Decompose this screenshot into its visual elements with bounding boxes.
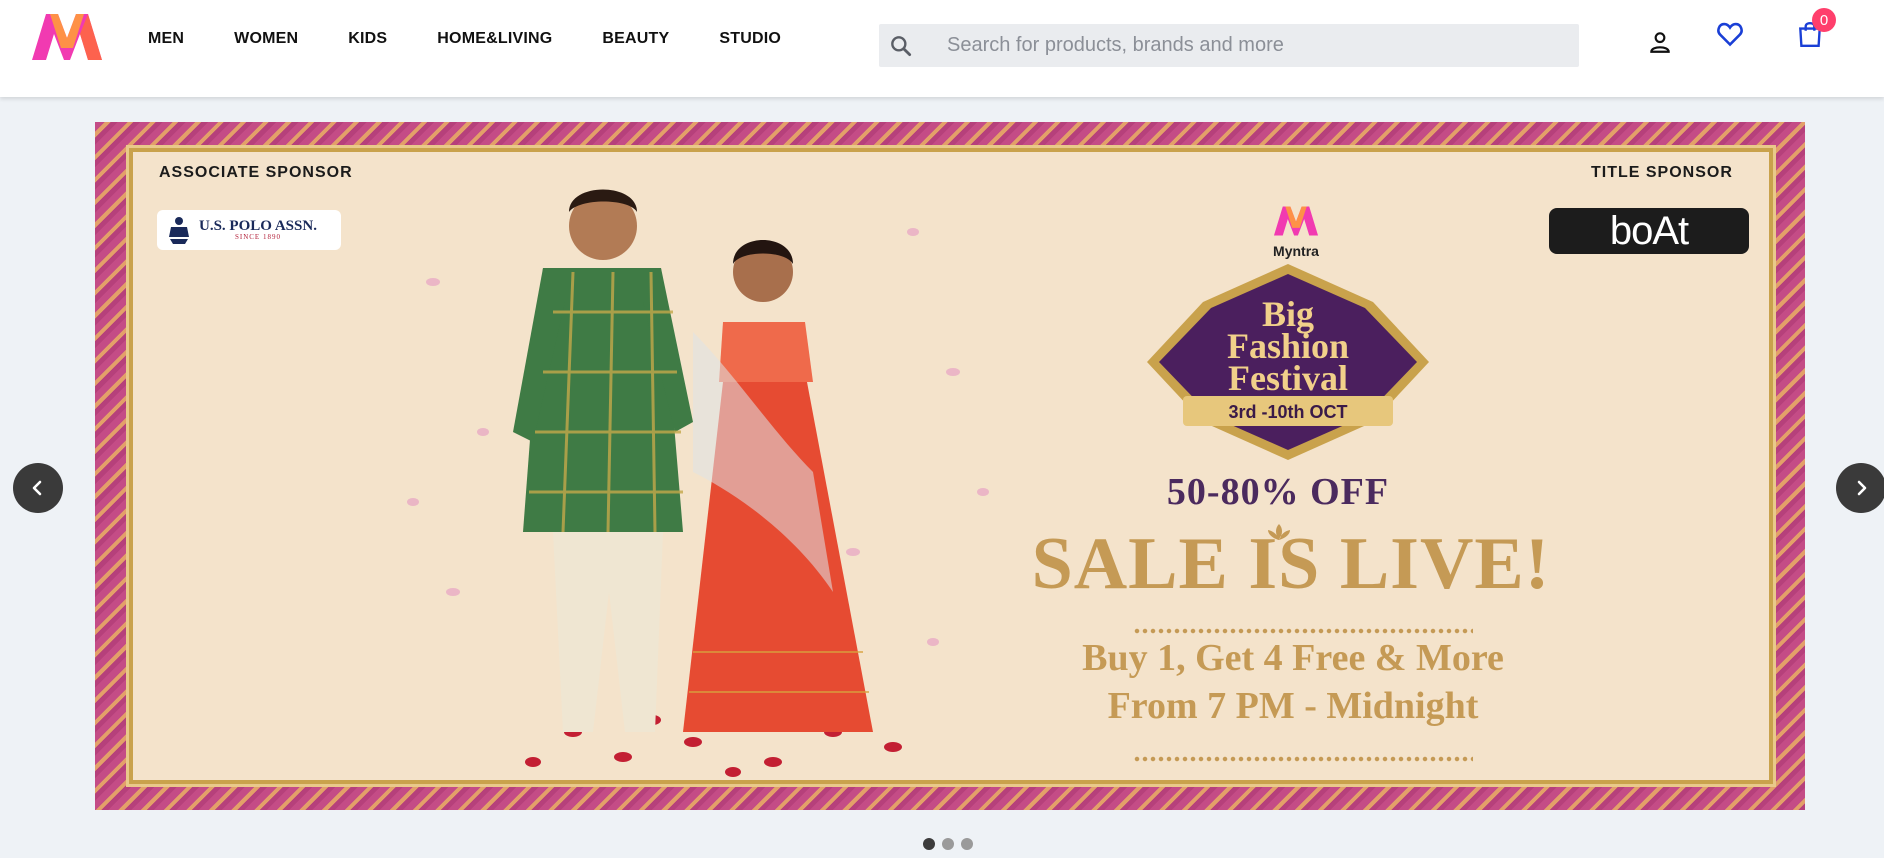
banner-panel: ASSOCIATE SPONSOR U.S. POLO ASSN. SINCE … (129, 148, 1773, 784)
nav-women[interactable]: WOMEN (234, 30, 298, 48)
nav-men[interactable]: MEN (148, 30, 184, 48)
myntra-logo-icon[interactable] (28, 10, 106, 64)
nav-kids[interactable]: KIDS (348, 30, 387, 48)
offer-line-1: Buy 1, Get 4 Free & More (1082, 637, 1504, 679)
festival-dates: 3rd -10th OCT (1228, 402, 1347, 422)
associate-sponsor-label: ASSOCIATE SPONSOR (159, 164, 353, 181)
carousel-next-button[interactable] (1836, 463, 1884, 513)
festival-badge: Big Fashion Festival 3rd -10th OCT (1147, 264, 1429, 460)
bag-count-badge: 0 (1812, 8, 1836, 32)
boat-logo: boAt (1549, 208, 1749, 254)
title-sponsor-label: TITLE SPONSOR (1591, 164, 1733, 181)
carousel-dot-3[interactable] (961, 838, 973, 850)
offer-line-2: From 7 PM - Midnight (1107, 685, 1479, 727)
chevron-left-icon (32, 480, 42, 496)
associate-sponsor-since: SINCE 1890 (234, 233, 281, 241)
nav-beauty[interactable]: BEAUTY (602, 30, 669, 48)
profile-icon[interactable] (1644, 26, 1676, 58)
nav-home-living[interactable]: HOME&LIVING (437, 30, 552, 48)
polo-player-icon (169, 217, 189, 244)
chevron-right-icon (1857, 480, 1867, 496)
discount-text: 50-80% OFF (1166, 471, 1390, 513)
carousel-prev-button[interactable] (13, 463, 63, 513)
search-input[interactable] (923, 24, 1563, 67)
banner-brand: Myntra (1273, 243, 1319, 259)
search-bar (879, 24, 1579, 67)
festival-title-line3: Festival (1228, 358, 1348, 398)
sale-headline: SALE IS LIVE! (1031, 523, 1551, 605)
myntra-logo-icon (1273, 206, 1319, 236)
search-icon[interactable] (879, 24, 923, 67)
hero-banner[interactable]: ASSOCIATE SPONSOR U.S. POLO ASSN. SINCE … (95, 122, 1805, 810)
myntra-mini-logo: Myntra (1261, 204, 1331, 264)
offer-text: Buy 1, Get 4 Free & More From 7 PM - Mid… (1003, 634, 1583, 730)
associate-sponsor-name: U.S. POLO ASSN. (199, 218, 317, 234)
divider-bottom (1133, 756, 1473, 762)
nav-studio[interactable]: STUDIO (719, 30, 781, 48)
carousel-dot-1[interactable] (923, 838, 935, 850)
couple-illustration (407, 189, 989, 777)
site-header: MEN WOMEN KIDS HOME&LIVING BEAUTY STUDIO… (0, 0, 1884, 97)
carousel-pager (923, 838, 973, 850)
us-polo-logo: U.S. POLO ASSN. SINCE 1890 (157, 210, 341, 250)
main-nav: MEN WOMEN KIDS HOME&LIVING BEAUTY STUDIO (148, 30, 831, 48)
title-sponsor-name: boAt (1609, 208, 1689, 253)
carousel-dot-2[interactable] (942, 838, 954, 850)
heart-icon[interactable] (1714, 18, 1746, 50)
